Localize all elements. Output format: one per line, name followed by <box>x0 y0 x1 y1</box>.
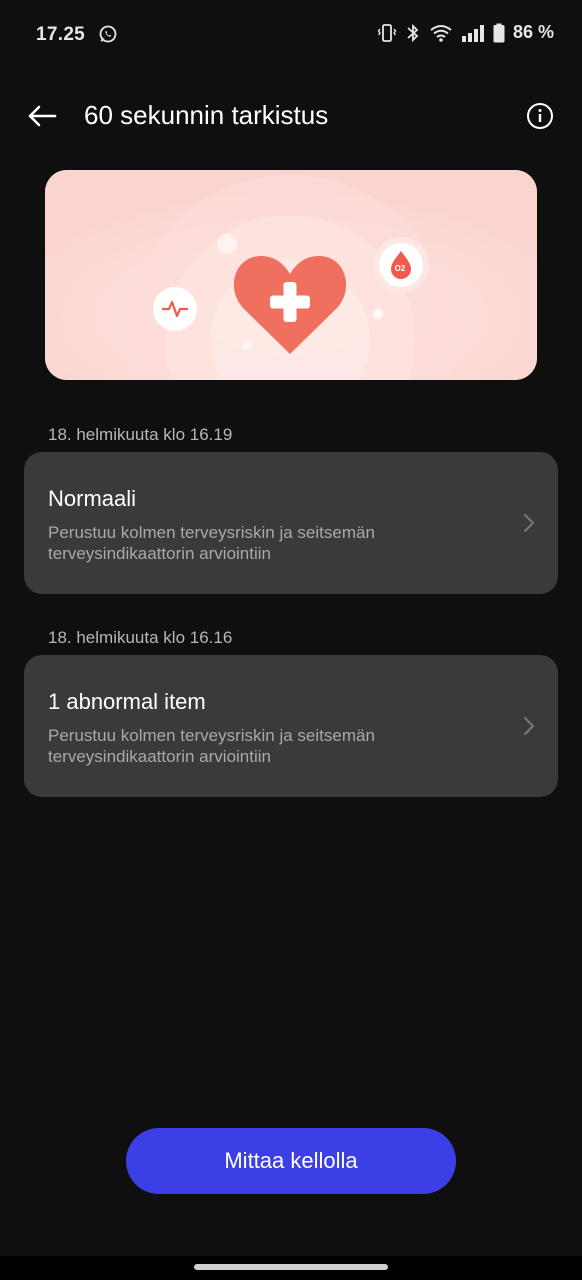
signal-icon <box>461 24 484 42</box>
chevron-right-icon <box>524 717 535 735</box>
record-card-normal[interactable]: Normaali Perustuu kolmen terveysriskin j… <box>24 452 558 594</box>
info-icon[interactable] <box>526 102 554 130</box>
record-subtitle: Perustuu kolmen terveysriskin ja seitsem… <box>48 726 375 766</box>
heartbeat-icon <box>153 287 197 331</box>
battery-percent: 86 % <box>512 22 554 42</box>
status-icons: 86 % <box>377 22 554 43</box>
health-check-banner: O2 <box>45 170 537 380</box>
oxygen-drop-icon: O2 <box>373 237 429 293</box>
record-subtitle: Perustuu kolmen terveysriskin ja seitsem… <box>48 523 375 563</box>
banner-illustration: O2 <box>45 170 537 380</box>
record-card-abnormal[interactable]: 1 abnormal item Perustuu kolmen terveysr… <box>24 655 558 797</box>
status-time: 17.25 <box>36 24 86 45</box>
home-indicator[interactable] <box>194 1264 388 1270</box>
gesture-nav-bar <box>0 1256 582 1280</box>
record-title: 1 abnormal item <box>48 689 206 714</box>
whatsapp-icon <box>99 25 117 43</box>
record-date: 18. helmikuuta klo 16.16 <box>48 628 233 647</box>
status-bar: 17.25 86 % <box>0 0 582 70</box>
record-date: 18. helmikuuta klo 16.19 <box>48 425 233 444</box>
measure-with-watch-button[interactable]: Mittaa kellolla <box>126 1128 456 1194</box>
battery-icon <box>493 23 505 42</box>
back-arrow-icon[interactable] <box>26 100 58 132</box>
wifi-icon <box>430 24 452 42</box>
app-bar: 60 sekunnin tarkistus <box>0 92 582 144</box>
page-title: 60 sekunnin tarkistus <box>84 100 329 130</box>
vibrate-icon <box>377 23 397 42</box>
bluetooth-icon <box>407 23 419 42</box>
chevron-right-icon <box>524 514 535 532</box>
svg-text:O2: O2 <box>395 264 406 273</box>
record-title: Normaali <box>48 486 137 511</box>
